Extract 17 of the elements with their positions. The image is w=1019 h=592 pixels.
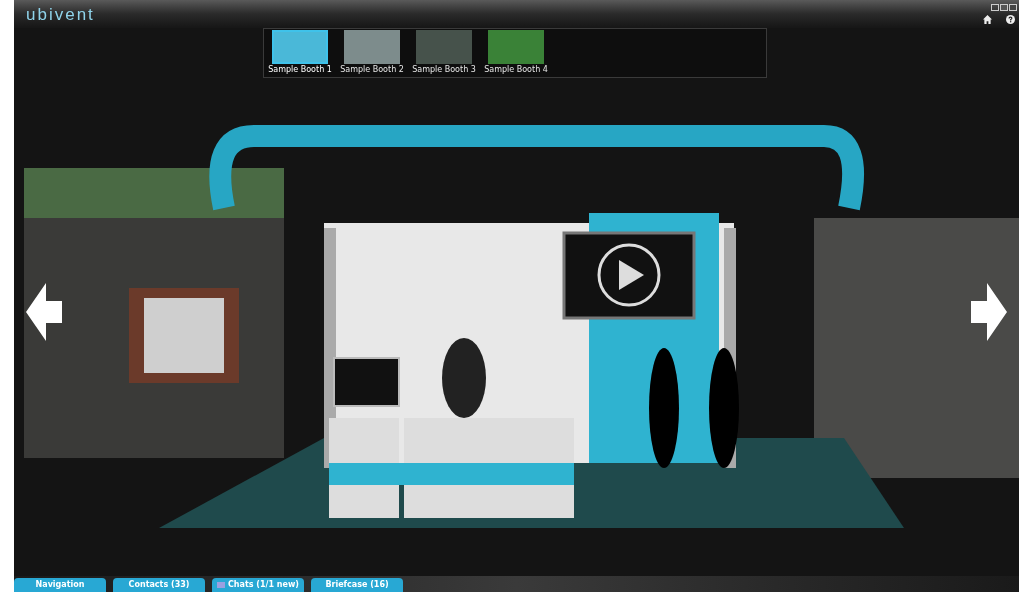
booth-preview-picture <box>344 30 400 64</box>
booth-preview-picture <box>416 30 472 64</box>
booth-label: Sample Booth 1 <box>268 64 332 75</box>
booth-label: Sample Booth 2 <box>340 64 404 75</box>
booth-thumbnail[interactable]: Sample Booth 2 <box>338 30 406 77</box>
home-icon[interactable] <box>983 15 992 24</box>
booth-thumbnail[interactable]: Sample Booth 1 <box>266 30 334 77</box>
booth-thumbnail[interactable]: Sample Booth 3 <box>410 30 478 77</box>
app-logo: ubivent <box>26 6 95 26</box>
help-icon[interactable] <box>1006 15 1015 24</box>
booth-preview-picture <box>272 30 328 64</box>
booth-thumbnail[interactable]: Sample Booth 4 <box>482 30 550 77</box>
next-arrow-icon[interactable] <box>971 283 1007 341</box>
booth-preview-picture <box>488 30 544 64</box>
previous-arrow-icon[interactable] <box>26 283 62 341</box>
booth-label: Sample Booth 4 <box>484 64 548 75</box>
booth-label: Sample Booth 3 <box>412 64 476 75</box>
